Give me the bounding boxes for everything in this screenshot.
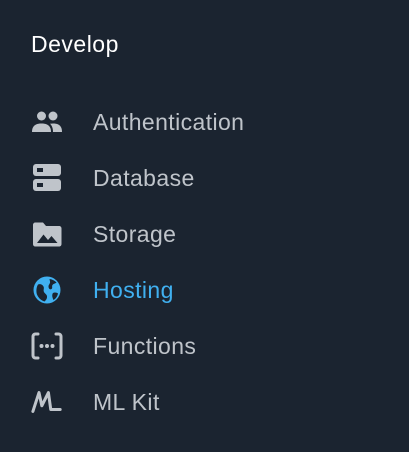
database-icon (31, 162, 63, 194)
nav-list: Authentication Database Storage Hosting … (0, 94, 409, 430)
functions-icon (31, 330, 63, 362)
sidebar-item-label: Storage (93, 220, 177, 247)
sidebar-item-hosting[interactable]: Hosting (0, 262, 409, 318)
ml-kit-icon (31, 386, 63, 418)
sidebar-item-label: ML Kit (93, 388, 160, 415)
section-title: Develop (31, 31, 119, 57)
globe-icon (31, 274, 63, 306)
sidebar-item-ml-kit[interactable]: ML Kit (0, 374, 409, 430)
sidebar-item-label: Hosting (93, 276, 174, 303)
sidebar-item-label: Database (93, 164, 195, 191)
sidebar-item-functions[interactable]: Functions (0, 318, 409, 374)
folder-image-icon (31, 218, 63, 250)
sidebar-item-database[interactable]: Database (0, 150, 409, 206)
people-icon (31, 106, 63, 138)
sidebar-item-authentication[interactable]: Authentication (0, 94, 409, 150)
sidebar-item-storage[interactable]: Storage (0, 206, 409, 262)
sidebar-item-label: Authentication (93, 108, 245, 135)
sidebar-item-label: Functions (93, 332, 197, 359)
sidebar: Develop Authentication Database Storage … (0, 0, 409, 452)
